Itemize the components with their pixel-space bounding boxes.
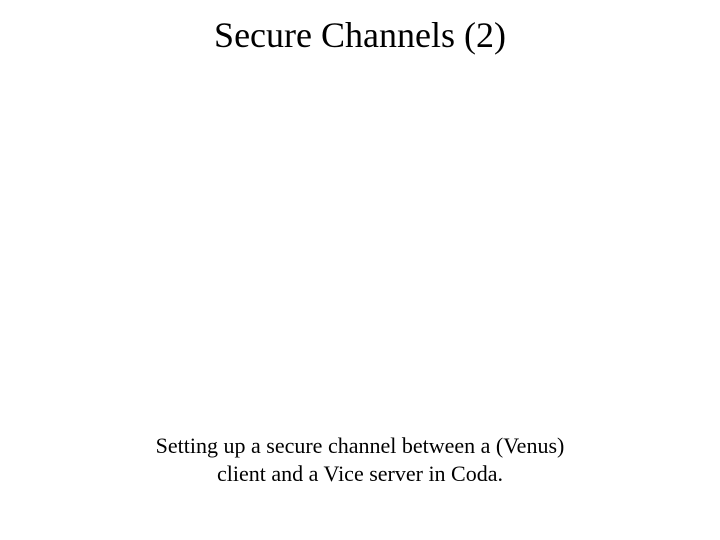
- slide-title: Secure Channels (2): [0, 14, 720, 56]
- caption-line-1: Setting up a secure channel between a (V…: [156, 433, 565, 458]
- caption-line-2: client and a Vice server in Coda.: [217, 461, 503, 486]
- slide-caption: Setting up a secure channel between a (V…: [140, 432, 580, 487]
- slide: Secure Channels (2) Setting up a secure …: [0, 0, 720, 540]
